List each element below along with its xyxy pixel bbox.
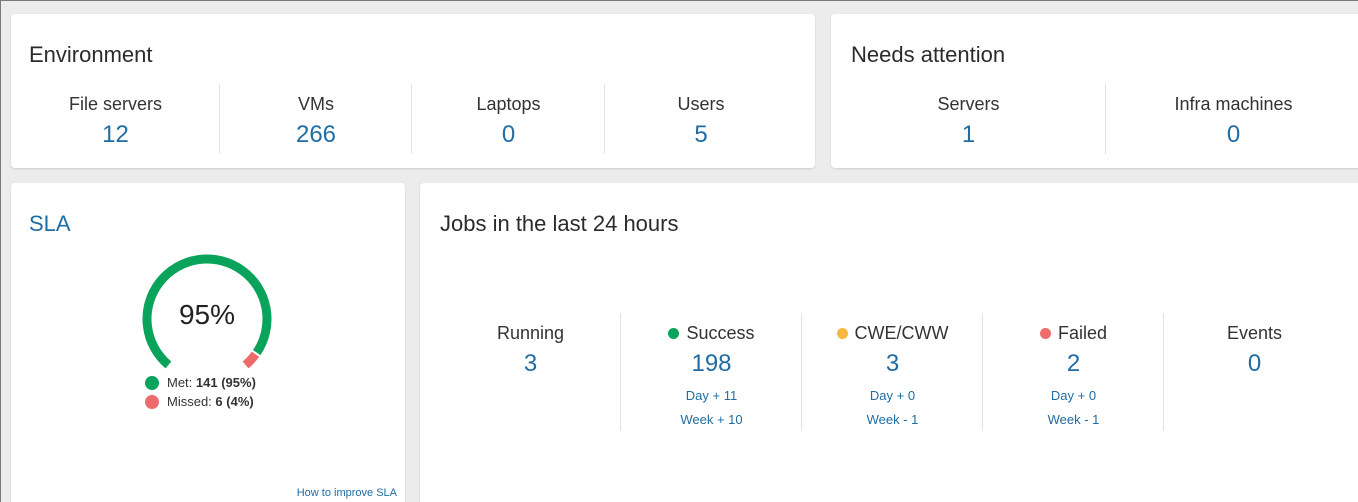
job-events[interactable]: Events 0 [1164,313,1345,431]
improve-sla-link[interactable]: How to improve SLA [297,487,397,499]
met-label: Met: [167,375,193,390]
job-trend: Day + 0 Week - 1 [802,384,983,432]
stat-value[interactable]: 0 [412,121,605,149]
job-running[interactable]: Running 3 [440,313,621,431]
job-value[interactable]: 198 [621,350,802,378]
attention-stats: Servers 1 Infra machines 0 [831,84,1358,154]
job-trend: Day + 11 Week + 10 [621,384,802,432]
job-week-trend: Week - 1 [866,412,919,427]
job-day-trend: Day + 0 [869,388,916,403]
stat-file-servers[interactable]: File servers 12 [11,84,220,154]
stat-label: File servers [68,94,162,114]
stat-infra-machines[interactable]: Infra machines 0 [1106,84,1358,154]
job-value[interactable]: 3 [440,350,621,378]
sla-gauge-missed-arc [242,351,260,369]
job-day-trend: Day + 11 [685,388,738,403]
stat-label: VMs [298,94,334,114]
stat-value[interactable]: 1 [831,121,1106,149]
stat-label: Infra machines [1174,94,1293,114]
top-border [0,0,1358,1]
job-label: Failed [983,323,1164,344]
failed-dot-icon [1039,328,1051,339]
job-week-trend: Week + 10 [680,412,743,427]
job-label: Running [440,323,621,344]
legend-missed: Missed: 6 (4%) [145,392,256,411]
environment-title: Environment [29,42,153,67]
job-value[interactable]: 2 [983,350,1164,378]
job-label-text: Running [496,323,565,343]
left-border [0,0,1,502]
job-label: Success [621,323,802,344]
job-success[interactable]: Success 198 Day + 11 Week + 10 [621,313,802,431]
environment-stats: File servers 12 VMs 266 Laptops 0 Users … [11,84,797,154]
jobs-stats: Running 3 Success 198 Day + 11 Week + 10… [440,313,1345,431]
needs-attention-title: Needs attention [851,42,1006,67]
jobs-card: Jobs in the last 24 hours Running 3 Succ… [420,183,1358,502]
job-label: CWE/CWW [802,323,983,344]
job-value[interactable]: 3 [802,350,983,378]
legend-met: Met: 141 (95%) [145,373,256,392]
met-value: 141 (95%) [195,375,256,390]
stat-value[interactable]: 12 [11,121,220,149]
stat-servers[interactable]: Servers 1 [831,84,1106,154]
job-label-text: Events [1226,323,1283,343]
stat-laptops[interactable]: Laptops 0 [412,84,605,154]
missed-value: 6 (4%) [215,394,254,409]
job-label-text: CWE/CWW [854,323,949,343]
success-dot-icon [668,328,680,339]
sla-card: SLA 95% Met: 141 (95%) Missed: 6 (4%) Ho… [11,183,405,502]
job-label-text: Failed [1057,323,1108,343]
warning-dot-icon [836,328,848,339]
job-label-text: Success [686,323,755,343]
stat-value[interactable]: 5 [605,121,797,149]
stat-value[interactable]: 266 [220,121,412,149]
stat-vms[interactable]: VMs 266 [220,84,412,154]
stat-value[interactable]: 0 [1106,121,1358,149]
job-cwe-cww[interactable]: CWE/CWW 3 Day + 0 Week - 1 [802,313,983,431]
stat-label: Servers [937,94,1000,114]
missed-dot-icon [145,394,159,409]
sla-title[interactable]: SLA [29,211,71,237]
job-week-trend: Week - 1 [1047,412,1100,427]
stat-users[interactable]: Users 5 [605,84,797,154]
environment-card: Environment File servers 12 VMs 266 Lapt… [11,14,815,168]
job-day-trend: Day + 0 [1050,388,1097,403]
job-trend: Day + 0 Week - 1 [983,384,1164,432]
missed-label: Missed: [167,394,212,409]
met-dot-icon [145,375,159,390]
stat-label: Users [677,94,725,114]
needs-attention-card: Needs attention Servers 1 Infra machines… [831,14,1358,168]
stat-label: Laptops [476,94,541,114]
sla-legend: Met: 141 (95%) Missed: 6 (4%) [145,373,256,411]
job-label: Events [1164,323,1345,344]
job-value[interactable]: 0 [1164,350,1345,378]
job-failed[interactable]: Failed 2 Day + 0 Week - 1 [983,313,1164,431]
sla-percent: 95% [178,299,236,330]
jobs-title: Jobs in the last 24 hours [440,211,679,236]
